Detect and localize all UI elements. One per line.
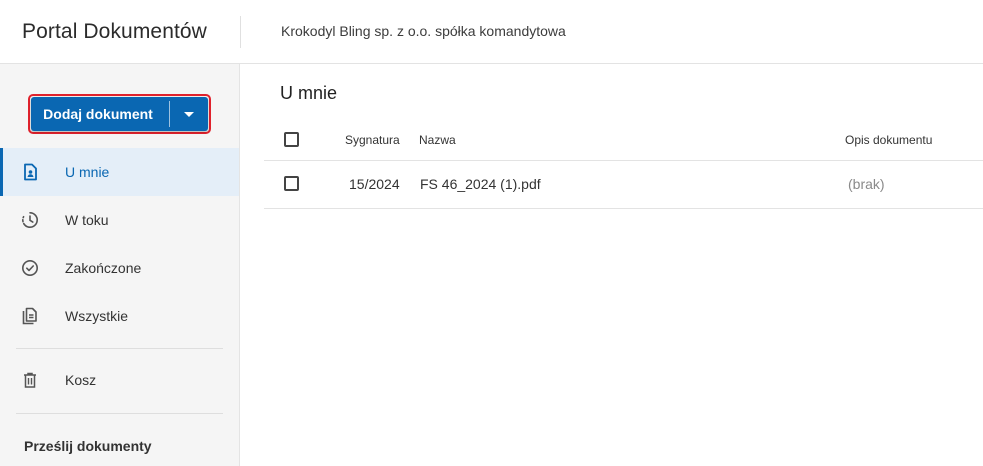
add-document-dropdown-button[interactable] (170, 97, 208, 131)
table-row[interactable]: 15/2024 FS 46_2024 (1).pdf (brak) (264, 161, 983, 209)
select-all-checkbox[interactable] (284, 132, 299, 147)
sidebar-item-w-toku[interactable]: W toku (0, 196, 239, 244)
main-content: U mnie Sygnatura Nazwa Opis dokumentu 15… (240, 64, 983, 466)
column-header-sygnatura[interactable]: Sygnatura (345, 133, 400, 147)
caret-down-icon (184, 111, 194, 117)
sidebar-divider (16, 413, 223, 414)
sidebar-item-kosz[interactable]: Kosz (0, 356, 239, 404)
sidebar-item-wszystkie[interactable]: Wszystkie (0, 292, 239, 340)
header-divider (240, 16, 241, 48)
sidebar-item-label: Wszystkie (65, 308, 128, 324)
add-document-highlight: Dodaj dokument (28, 94, 211, 134)
app-header: Portal Dokumentów Krokodyl Bling sp. z o… (0, 0, 983, 64)
sidebar-item-zakonczone[interactable]: Zakończone (0, 244, 239, 292)
sidebar-item-label: Zakończone (65, 260, 142, 276)
cell-opis: (brak) (848, 176, 885, 192)
upload-documents-heading[interactable]: Prześlij dokumenty (24, 438, 152, 454)
company-name: Krokodyl Bling sp. z o.o. spółka komandy… (281, 23, 566, 39)
sidebar-divider (16, 348, 223, 349)
sidebar-item-label: Kosz (65, 372, 97, 388)
cell-nazwa[interactable]: FS 46_2024 (1).pdf (420, 176, 541, 192)
row-checkbox[interactable] (284, 176, 299, 191)
app-title[interactable]: Portal Dokumentów (22, 20, 207, 44)
sidebar-item-label: W toku (65, 212, 109, 228)
documents-table: Sygnatura Nazwa Opis dokumentu 15/2024 F… (264, 115, 983, 209)
page-title: U mnie (280, 83, 338, 103)
trash-icon (24, 372, 36, 388)
column-header-nazwa[interactable]: Nazwa (419, 133, 456, 147)
table-header-row: Sygnatura Nazwa Opis dokumentu (264, 115, 983, 161)
cell-sygnatura: 15/2024 (349, 176, 400, 192)
person-document-icon (24, 163, 37, 181)
add-document-button[interactable]: Dodaj dokument (31, 97, 169, 131)
documents-icon (22, 307, 37, 325)
add-document-split-button: Dodaj dokument (31, 97, 208, 131)
check-circle-icon (22, 260, 38, 276)
sidebar-item-label: U mnie (65, 164, 110, 180)
sidebar-item-u-mnie[interactable]: U mnie (0, 148, 239, 196)
sidebar: Dodaj dokument U mnie W toku Zakończone (0, 64, 240, 466)
column-header-opis[interactable]: Opis dokumentu (845, 133, 932, 147)
clock-icon (22, 212, 38, 228)
